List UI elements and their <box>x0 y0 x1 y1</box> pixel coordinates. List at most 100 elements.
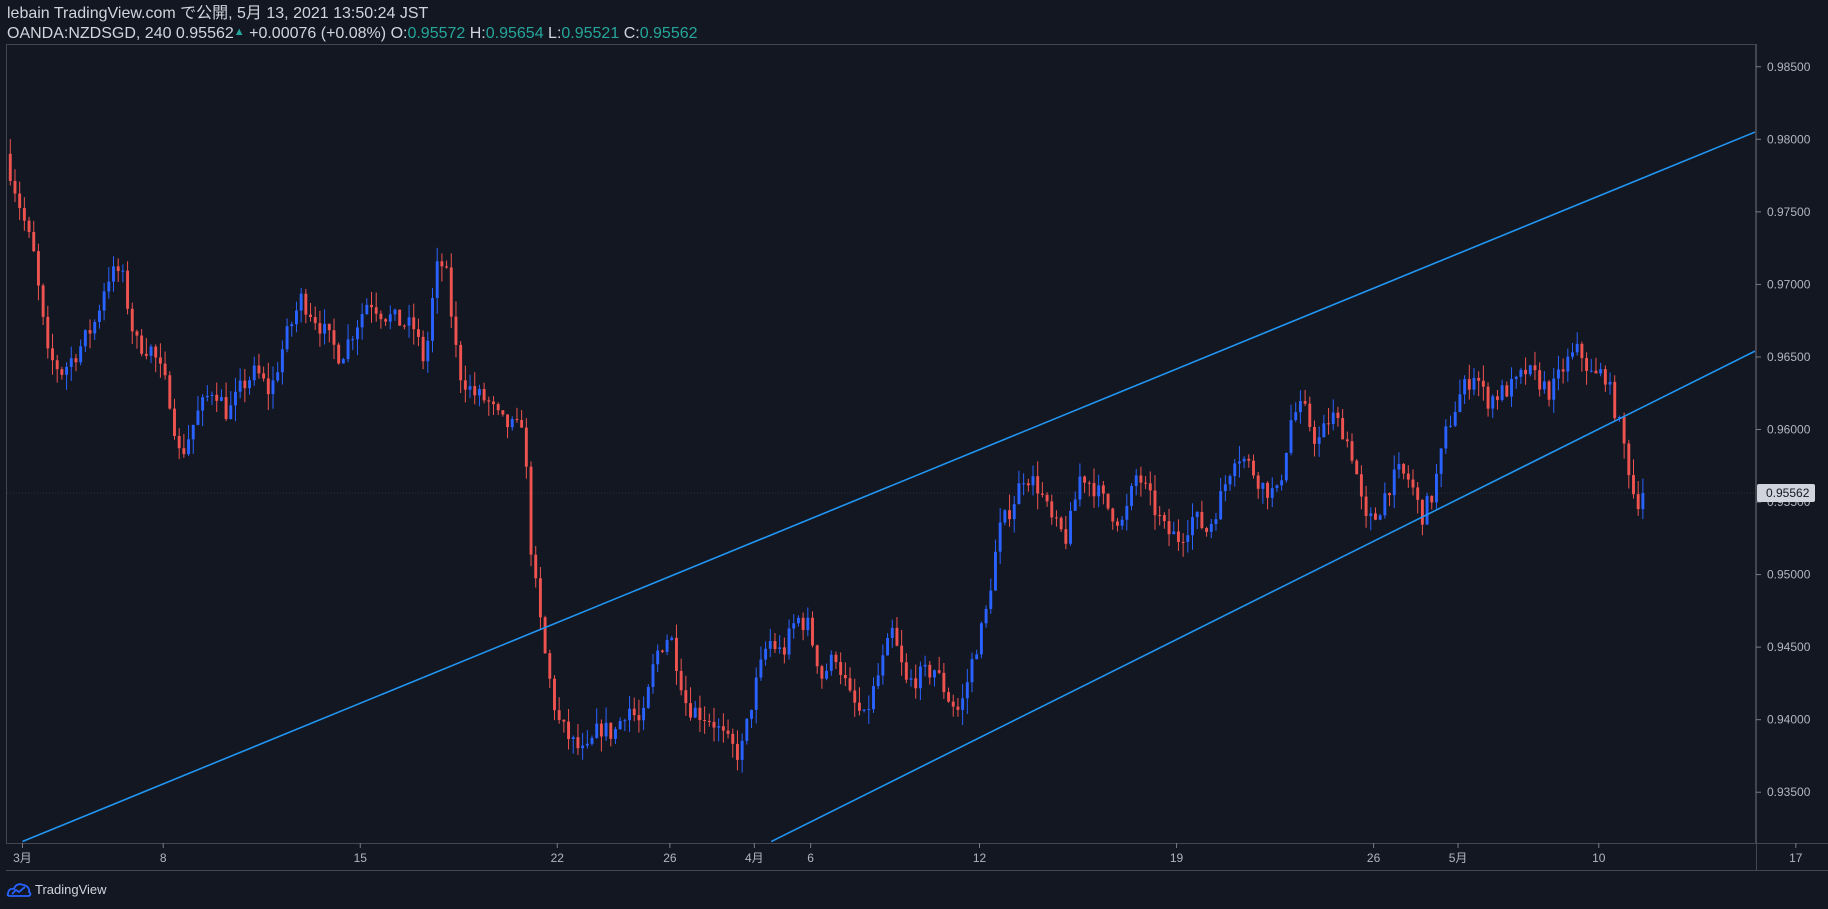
candle-up <box>1510 378 1513 397</box>
y-tick-label: 0.96500 <box>1767 350 1811 364</box>
candle-down <box>951 701 955 707</box>
candle-down <box>88 330 92 334</box>
candle-down <box>735 743 739 760</box>
candle-up <box>388 314 392 322</box>
candle-up <box>234 391 237 406</box>
candle-up <box>1012 504 1016 520</box>
candle-down <box>900 645 904 663</box>
x-tick-label: 4月 <box>745 851 764 865</box>
y-tick-label: 0.95000 <box>1767 568 1811 582</box>
candle-up <box>93 321 97 334</box>
candle-up <box>468 386 472 390</box>
y-tick-label: 0.93500 <box>1767 785 1811 799</box>
candle-down <box>1505 385 1509 397</box>
price-axis[interactable]: 0.98500 0.98000 0.97500 0.97000 0.96500 0.960… <box>1756 60 1811 799</box>
candle-up <box>989 590 993 609</box>
y-tick-label: 0.97500 <box>1767 205 1811 219</box>
candle-down <box>135 331 139 336</box>
candle-up <box>604 722 608 737</box>
candle-down <box>1585 358 1589 371</box>
candle-down <box>1533 365 1537 371</box>
candle-up <box>614 729 617 739</box>
candle-up <box>994 551 997 591</box>
candle-down <box>703 720 707 722</box>
candle-up <box>79 346 83 363</box>
candle-down <box>1087 482 1091 484</box>
candle-down <box>1045 494 1049 502</box>
candle-up <box>1097 485 1101 497</box>
candle-down <box>853 690 857 703</box>
candle-down <box>534 554 538 579</box>
candle-down <box>820 666 824 679</box>
candle-down <box>567 721 571 739</box>
candle-down <box>801 617 805 631</box>
candle-up <box>1463 379 1467 395</box>
candle-down <box>689 703 692 718</box>
candle-down <box>1359 474 1363 497</box>
candle-up <box>355 327 359 340</box>
candle-up <box>187 439 191 455</box>
candle-down <box>257 365 261 374</box>
candle-down <box>13 180 17 194</box>
footer-branding[interactable]: TradingView <box>6 880 107 898</box>
candle-down <box>1561 369 1565 372</box>
candle-up <box>219 397 223 401</box>
candle-up <box>750 709 753 719</box>
candle-down <box>327 323 331 331</box>
candle-down <box>1308 403 1312 427</box>
candle-down <box>1402 463 1406 474</box>
candle-up <box>717 726 721 728</box>
x-tick-label: 5月 <box>1449 851 1468 865</box>
candle-up <box>1392 469 1396 496</box>
candle-up <box>1289 420 1293 453</box>
candle-down <box>707 720 711 722</box>
candle-down <box>51 348 54 361</box>
channel-lower-line[interactable] <box>770 350 1755 843</box>
chart-page: lebain TradingView.com で公開, 5月 13, 2021 … <box>0 0 1828 909</box>
candle-down <box>1111 508 1115 522</box>
price-chart[interactable]: 0.98500 0.98000 0.97500 0.97000 0.96500 0.960… <box>0 0 1828 909</box>
candle-down <box>1486 386 1490 409</box>
channel-upper-line[interactable] <box>22 131 1755 843</box>
candle-up <box>1571 352 1574 357</box>
y-tick-label: 0.98500 <box>1767 60 1811 74</box>
candle-up <box>862 709 866 711</box>
candle-down <box>904 662 908 680</box>
candle-down <box>215 394 219 401</box>
candle-down <box>576 737 580 749</box>
candle-down <box>459 344 463 381</box>
candle-up <box>97 310 101 322</box>
candle-down <box>1627 443 1631 476</box>
candle-up <box>1369 513 1373 516</box>
candle-up <box>1383 493 1387 516</box>
candle-down <box>126 270 130 309</box>
candle-down <box>313 317 317 324</box>
candle-up <box>276 372 280 381</box>
candle-down <box>1050 501 1054 518</box>
candle-down <box>463 380 467 390</box>
candle-down <box>18 193 22 209</box>
candle-up <box>238 380 242 392</box>
candle-down <box>599 723 603 737</box>
x-tick-label: 19 <box>1170 851 1184 865</box>
candle-up <box>290 324 294 327</box>
candle-up <box>890 627 894 638</box>
y-tick-label: 0.97000 <box>1767 277 1811 291</box>
candle-up <box>1195 511 1199 518</box>
candle-down <box>956 706 960 710</box>
candle-down <box>1406 473 1410 480</box>
y-tick-label: 0.98000 <box>1767 132 1811 146</box>
candle-up <box>1472 377 1476 390</box>
candle-up <box>112 266 115 282</box>
time-axis[interactable]: 3月81522264月61219265月101724 <box>13 843 1828 865</box>
candle-up <box>1519 369 1523 377</box>
candle-up <box>623 720 627 722</box>
candle-down <box>721 726 725 731</box>
candle-down <box>130 308 134 332</box>
candle-down <box>1374 513 1377 520</box>
candle-up <box>205 395 209 398</box>
candle-down <box>36 251 40 286</box>
candle-up <box>1275 485 1279 489</box>
candle-up <box>210 394 214 396</box>
candle-down <box>834 654 838 663</box>
